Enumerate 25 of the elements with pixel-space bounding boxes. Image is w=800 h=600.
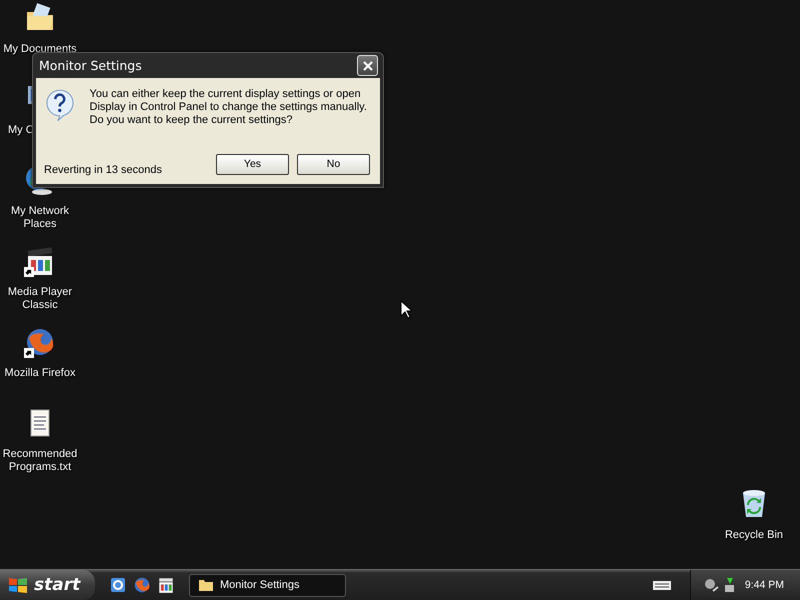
dialog-button[interactable]: Yes xyxy=(216,154,289,174)
countdown-text: Reverting in 13 seconds xyxy=(44,163,164,176)
icon-label[interactable]: Recycle Bin xyxy=(715,529,793,542)
start-button[interactable]: start xyxy=(0,570,95,600)
icon-label[interactable]: Mozilla Firefox xyxy=(1,367,79,380)
fox-globe-icon xyxy=(133,576,151,594)
clock[interactable]: 9:44 PM xyxy=(744,579,784,591)
cursor-icon xyxy=(400,300,412,319)
icon-label[interactable]: Media Player Classic xyxy=(1,286,79,312)
icon-label[interactable]: My Network Places xyxy=(1,205,79,231)
windows-logo-icon xyxy=(8,576,28,594)
taskbar-button[interactable]: Monitor Settings xyxy=(189,574,346,596)
dialog-button[interactable]: No xyxy=(297,154,370,174)
quick-launch-button[interactable] xyxy=(157,576,175,594)
fox-globe-icon xyxy=(24,326,56,358)
icon-label[interactable]: Recommended Programs.txt xyxy=(1,448,79,474)
close-button[interactable] xyxy=(357,55,378,76)
question-icon xyxy=(44,88,76,122)
icon-label[interactable]: My Documents xyxy=(1,43,79,56)
close-icon xyxy=(362,60,374,72)
folder-icon xyxy=(198,578,214,592)
network-arrow-icon[interactable] xyxy=(723,577,737,593)
message-text: You can either keep the current display settings or open Display in Control Panel to change the settings manually. Do you want to keep the current settings? xyxy=(90,88,368,127)
window-title: Monitor Settings xyxy=(39,58,142,73)
clapperboard-icon xyxy=(157,576,175,594)
